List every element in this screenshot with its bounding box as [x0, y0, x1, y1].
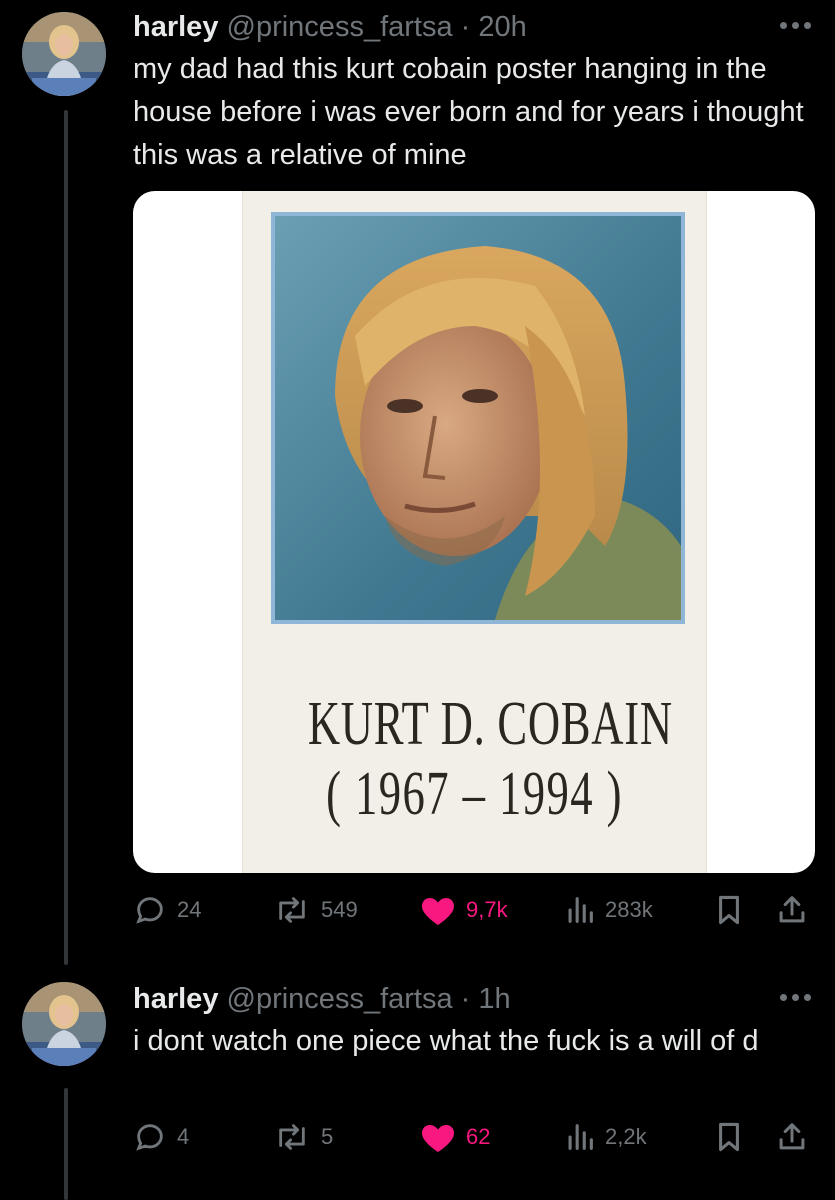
- bookmark-button[interactable]: [715, 890, 743, 930]
- like-count: 9,7k: [466, 897, 508, 922]
- bookmark-icon: [715, 1120, 743, 1154]
- user-handle[interactable]: @princess_fartsa: [227, 983, 453, 1015]
- avatar[interactable]: [22, 12, 106, 96]
- poster-portrait: [271, 212, 685, 624]
- reply-icon: [133, 1120, 167, 1154]
- more-icon[interactable]: [778, 19, 814, 33]
- reply-button[interactable]: 4: [133, 1117, 189, 1157]
- tweet-image[interactable]: KURT D. COBAIN ( 1967 – 1994 ): [133, 191, 815, 873]
- share-button[interactable]: [777, 1117, 807, 1157]
- tweet-text: i dont watch one piece what the fuck is …: [133, 1025, 759, 1057]
- like-button[interactable]: 62: [420, 1117, 490, 1157]
- retweet-button[interactable]: 5: [273, 1117, 333, 1157]
- like-button[interactable]: 9,7k: [420, 890, 508, 930]
- tweet-header: harley @princess_fartsa · 20h: [133, 13, 527, 42]
- thread-line: [64, 1088, 68, 1200]
- heart-icon: [420, 1120, 456, 1154]
- heart-icon: [420, 893, 456, 927]
- reply-icon: [133, 893, 167, 927]
- poster-name: KURT D. COBAIN: [307, 690, 673, 758]
- tweet-text: my dad had this kurt cobain poster hangi…: [133, 53, 804, 171]
- retweet-icon: [273, 1120, 311, 1154]
- views-icon: [565, 1120, 595, 1154]
- timestamp[interactable]: 20h: [478, 11, 526, 43]
- like-count: 62: [466, 1124, 491, 1149]
- bookmark-icon: [715, 893, 743, 927]
- share-icon: [777, 893, 807, 927]
- retweet-icon: [273, 893, 311, 927]
- display-name[interactable]: harley: [133, 983, 218, 1015]
- thread-line: [64, 110, 68, 965]
- reply-count: 24: [177, 897, 202, 922]
- retweet-count: 549: [321, 897, 358, 922]
- views-button[interactable]: 2,2k: [565, 1117, 647, 1157]
- timestamp[interactable]: 1h: [478, 983, 510, 1015]
- tweet-actions: 4 5 62 2,2k: [133, 1117, 815, 1157]
- share-icon: [777, 1120, 807, 1154]
- user-handle[interactable]: @princess_fartsa: [227, 11, 453, 43]
- separator: ·: [460, 983, 471, 1015]
- views-count: 2,2k: [605, 1124, 647, 1149]
- share-button[interactable]: [777, 890, 807, 930]
- separator: ·: [460, 11, 471, 43]
- views-count: 283k: [605, 897, 653, 922]
- views-icon: [565, 893, 595, 927]
- poster-years: ( 1967 – 1994 ): [326, 760, 623, 828]
- tweet-actions: 24 549 9,7k 283k: [133, 890, 815, 930]
- retweet-count: 5: [321, 1124, 334, 1149]
- display-name[interactable]: harley: [133, 11, 218, 43]
- retweet-button[interactable]: 549: [273, 890, 358, 930]
- reply-count: 4: [177, 1124, 190, 1149]
- bookmark-button[interactable]: [715, 1117, 743, 1157]
- more-icon[interactable]: [778, 991, 814, 1005]
- poster: KURT D. COBAIN ( 1967 – 1994 ): [242, 191, 707, 873]
- reply-button[interactable]: 24: [133, 890, 201, 930]
- views-button[interactable]: 283k: [565, 890, 653, 930]
- tweet-header: harley @princess_fartsa · 1h: [133, 985, 511, 1014]
- avatar[interactable]: [22, 982, 106, 1066]
